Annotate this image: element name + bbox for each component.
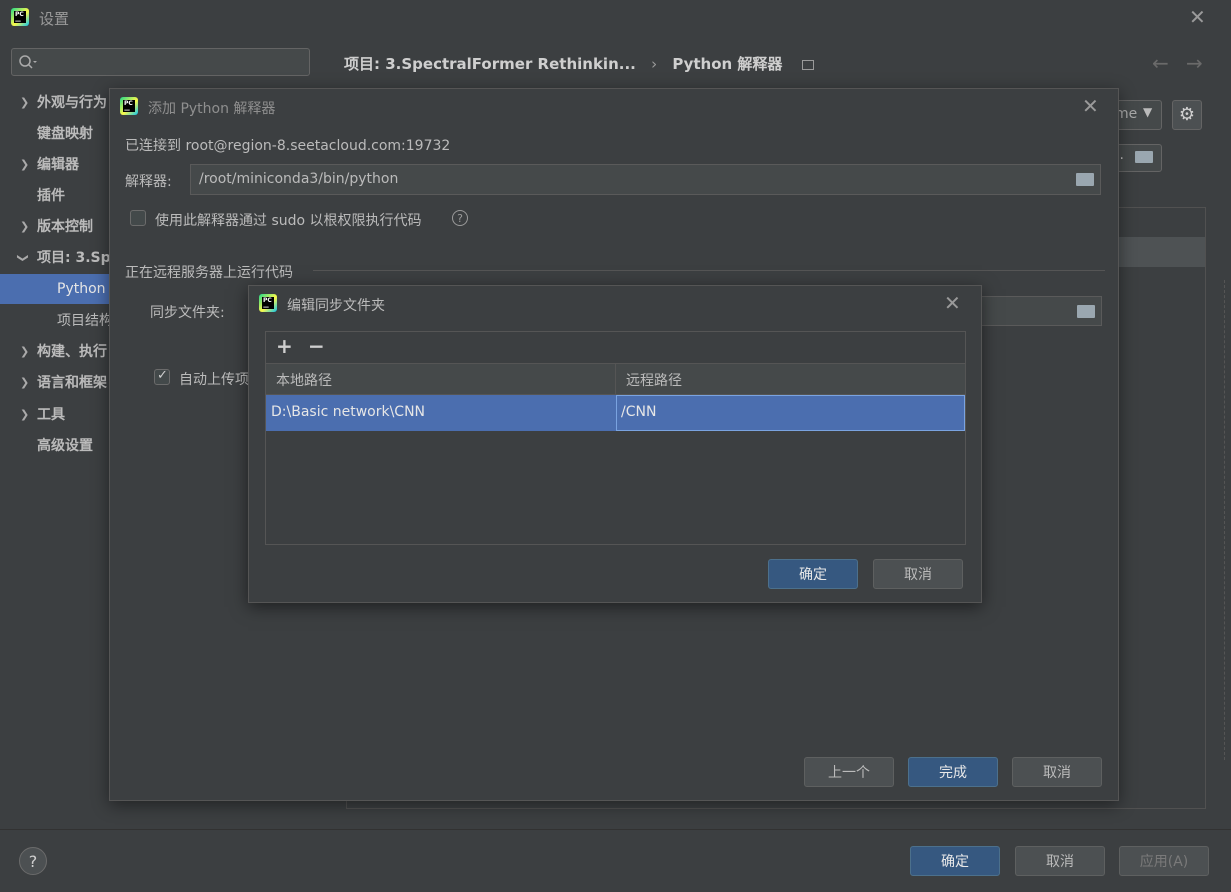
sidebar-item-label: 项目: 3.Spe (37, 250, 121, 266)
sync-folders-dialog: PC — 编辑同步文件夹 ✕ + − 本地路径 远程路径 D:\Basic net… (248, 285, 982, 603)
sync-dialog-close-icon[interactable]: ✕ (944, 293, 961, 313)
chevron-right-icon: ❯ (20, 345, 30, 358)
chevron-right-icon: ❯ (20, 408, 30, 421)
remote-path-text: /CNN (621, 404, 657, 420)
prev-button[interactable]: 上一个 (804, 757, 894, 787)
sidebar-item-label: 插件 (37, 188, 65, 204)
breadcrumb: 项目: 3.SpectralFormer Rethinkin... › Pyth… (344, 52, 814, 76)
sidebar-item-label: 键盘映射 (37, 126, 93, 142)
window-title: 设置 (39, 10, 70, 28)
gear-icon[interactable]: ⚙ (1172, 100, 1202, 130)
footer-apply-button[interactable]: 应用(A) (1119, 846, 1209, 876)
search-icon (19, 55, 37, 69)
sync-folder-field[interactable] (980, 296, 1102, 326)
checkmark-icon: ✓ (157, 368, 168, 383)
table-header: 本地路径 远程路径 (266, 364, 965, 395)
title-bar: PC — 设置 ✕ (0, 0, 1231, 36)
add-dialog-close-icon[interactable]: ✕ (1082, 96, 1099, 116)
sidebar-item-label: 工具 (37, 407, 65, 423)
connected-label: 已连接到 root@region-8.seetacloud.com:19732 (125, 138, 451, 154)
help-button[interactable]: ? (19, 847, 47, 875)
auto-upload-checkbox[interactable]: ✓ (154, 368, 170, 385)
breadcrumb-project[interactable]: 项目: 3.SpectralFormer Rethinkin... (344, 55, 636, 73)
sync-ok-button[interactable]: 确定 (768, 559, 858, 589)
pycharm-logo-icon: PC — (11, 8, 29, 26)
section-divider (313, 270, 1105, 271)
add-dialog-title: 添加 Python 解释器 (148, 101, 276, 117)
finish-button[interactable]: 完成 (908, 757, 998, 787)
interpreter-value: /root/miniconda3/bin/python (199, 171, 399, 187)
sync-table: + − 本地路径 远程路径 D:\Basic network\CNN /CNN (265, 331, 966, 545)
back-arrow-icon[interactable]: ← (1152, 51, 1169, 75)
forward-arrow-icon[interactable]: → (1186, 51, 1203, 75)
window-close-icon[interactable]: ✕ (1189, 7, 1206, 27)
chevron-right-icon: ❯ (20, 220, 30, 233)
breadcrumb-separator: › (651, 55, 658, 73)
auto-upload-label: 自动上传项 (179, 372, 249, 388)
breadcrumb-page: Python 解释器 (672, 55, 783, 73)
section-title: 正在远程服务器上运行代码 (125, 265, 293, 281)
search-input[interactable] (40, 51, 304, 73)
sync-dialog-title: 编辑同步文件夹 (287, 298, 385, 314)
table-toolbar: + − (266, 332, 965, 364)
chevron-down-icon: ❯ (16, 253, 30, 263)
sidebar-item-label: 高级设置 (37, 438, 93, 454)
folder-icon[interactable] (1076, 173, 1094, 186)
folder-icon[interactable] (1077, 305, 1095, 318)
sidebar-item-label: 项目结构 (57, 313, 113, 329)
sudo-label: 使用此解释器通过 sudo 以根权限执行代码 (155, 213, 422, 229)
column-header-remote[interactable]: 远程路径 (626, 370, 682, 390)
sidebar-item-label: 构建、执行 (37, 344, 107, 360)
right-scrollbar[interactable] (1224, 280, 1228, 760)
pycharm-logo-icon: PC — (259, 294, 277, 312)
pycharm-logo-icon: PC — (120, 97, 138, 115)
table-row[interactable]: D:\Basic network\CNN /CNN (266, 395, 965, 431)
remote-path-cell[interactable]: /CNN (616, 395, 965, 431)
search-box[interactable] (11, 48, 310, 76)
footer-cancel-button[interactable]: 取消 (1015, 846, 1105, 876)
local-path-cell[interactable]: D:\Basic network\CNN (271, 404, 425, 420)
remove-icon[interactable]: − (308, 334, 325, 358)
sidebar-item-label: 编辑器 (37, 157, 79, 173)
interpreter-label: 解释器: (125, 174, 172, 190)
sidebar-item-label: 语言和框架 (37, 375, 107, 391)
chevron-down-icon: ▼ (1143, 105, 1153, 119)
folder-icon (1135, 151, 1153, 163)
sync-folder-label: 同步文件夹: (150, 305, 225, 321)
sidebar-item-label: 外观与行为 (37, 95, 107, 111)
chevron-right-icon: ❯ (20, 376, 30, 389)
chevron-right-icon: ❯ (20, 96, 30, 109)
layout-icon[interactable] (801, 59, 814, 70)
interpreter-field[interactable]: /root/miniconda3/bin/python (190, 164, 1101, 195)
sidebar-item-label: Python (57, 281, 106, 297)
add-icon[interactable]: + (276, 334, 293, 358)
footer-divider (0, 829, 1231, 830)
footer-ok-button[interactable]: 确定 (910, 846, 1000, 876)
sidebar-item-label: 版本控制 (37, 219, 93, 235)
add-dialog-cancel-button[interactable]: 取消 (1012, 757, 1102, 787)
column-divider (615, 364, 616, 394)
column-header-local[interactable]: 本地路径 (276, 370, 332, 390)
help-question-icon[interactable]: ? (452, 210, 468, 226)
sync-cancel-button[interactable]: 取消 (873, 559, 963, 589)
sudo-checkbox[interactable] (130, 210, 146, 226)
chevron-right-icon: ❯ (20, 158, 30, 171)
